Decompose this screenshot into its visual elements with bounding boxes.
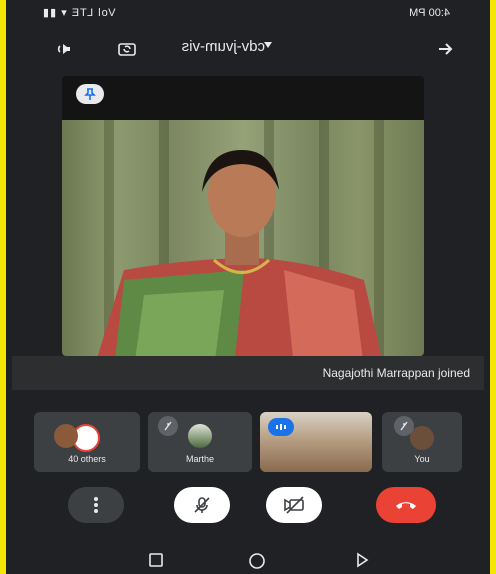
mirrored-screen: 4:00 PM Vol LTE ▾ ▮▮ cdv-jvum-vis Nagajo… xyxy=(6,0,490,574)
call-header: cdv-jvum-vis xyxy=(6,28,490,68)
meeting-code[interactable]: cdv-jvum-vis xyxy=(182,38,265,55)
navigation-bar xyxy=(6,540,490,574)
participant-tile-marthe[interactable]: Marthe xyxy=(148,412,252,472)
status-bar: 4:00 PM Vol LTE ▾ ▮▮ xyxy=(6,0,490,28)
participant-figure xyxy=(94,150,384,356)
mic-off-icon xyxy=(158,416,178,436)
participant-tile-active[interactable] xyxy=(260,412,372,472)
speaking-indicator-icon xyxy=(268,418,294,436)
mic-off-icon xyxy=(194,497,210,513)
main-video-tile[interactable] xyxy=(62,76,424,356)
join-toast: Nagajothi Marrappan joined xyxy=(12,356,484,390)
caret-icon[interactable] xyxy=(264,42,272,48)
end-call-button[interactable] xyxy=(376,487,436,523)
speaker-icon xyxy=(57,44,70,54)
nav-home-icon[interactable] xyxy=(248,552,266,570)
nav-back-icon[interactable] xyxy=(354,552,370,568)
end-call-icon xyxy=(396,502,416,509)
camera-toggle-button[interactable] xyxy=(266,487,322,523)
status-time: 4:00 PM xyxy=(409,7,450,19)
video-off-icon xyxy=(284,496,304,514)
audio-output-button[interactable] xyxy=(50,36,76,62)
switch-camera-button[interactable] xyxy=(114,36,140,62)
participant-name: You xyxy=(414,454,430,464)
participant-tile-you[interactable]: You xyxy=(382,412,462,472)
mic-toggle-button[interactable] xyxy=(174,487,230,523)
participant-name: Marthe xyxy=(185,454,214,464)
more-options-icon xyxy=(94,497,98,513)
mic-off-icon xyxy=(394,416,414,436)
pin-button[interactable] xyxy=(76,84,104,104)
pin-icon xyxy=(84,88,96,100)
participant-video xyxy=(62,120,424,356)
meet-call-screen: 4:00 PM Vol LTE ▾ ▮▮ cdv-jvum-vis Nagajo… xyxy=(6,0,490,574)
avatar xyxy=(188,424,212,448)
status-signal: Vol LTE ▾ ▮▮ xyxy=(42,7,116,19)
avatar xyxy=(54,424,78,448)
participant-name: 40 others xyxy=(68,454,106,464)
participant-tile-others[interactable]: 40 others xyxy=(34,412,140,472)
join-toast-text: Nagajothi Marrappan joined xyxy=(322,366,470,380)
nav-recents-icon[interactable] xyxy=(148,552,164,568)
back-button[interactable] xyxy=(432,36,458,62)
avatar xyxy=(410,426,434,450)
back-arrow-icon xyxy=(439,43,453,55)
more-options-button[interactable] xyxy=(68,487,124,523)
switch-camera-icon xyxy=(118,43,136,56)
